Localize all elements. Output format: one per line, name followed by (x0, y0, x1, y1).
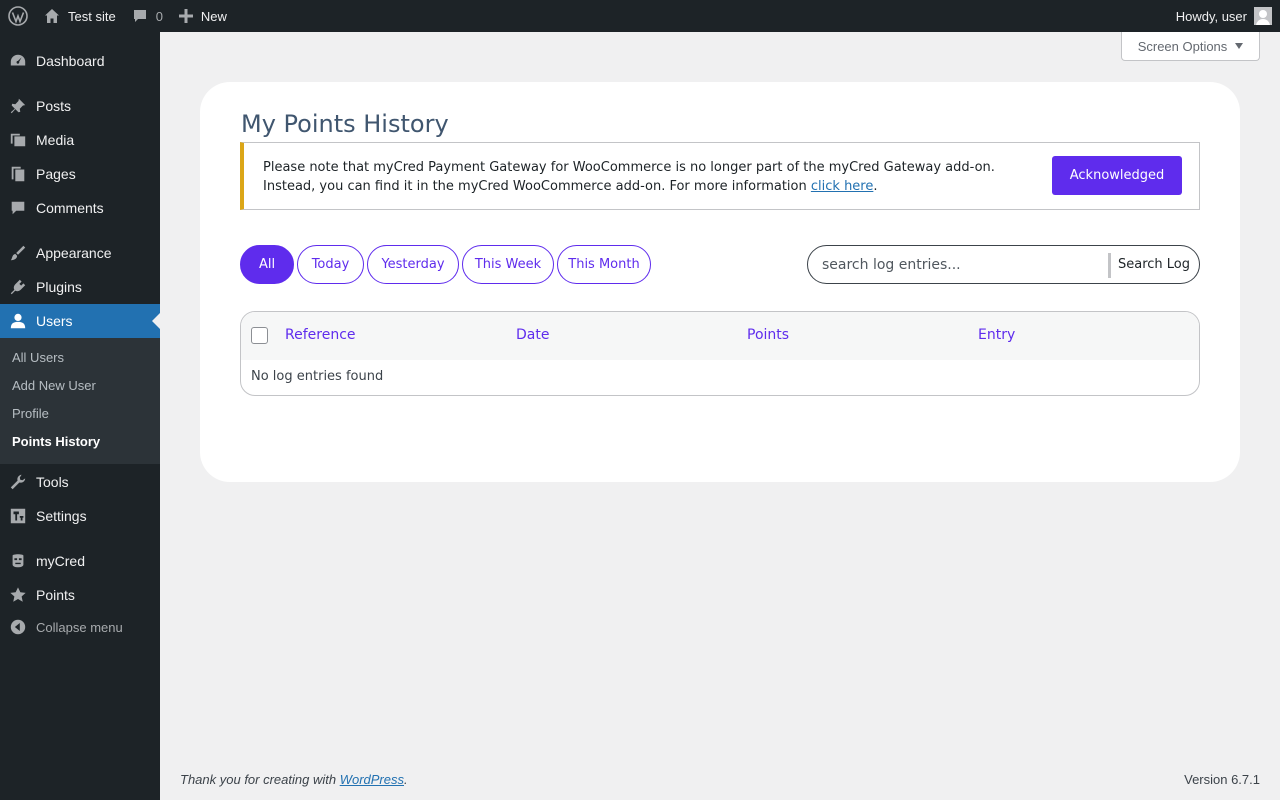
users-submenu: All Users Add New User Profile Points Hi… (0, 338, 160, 464)
menu-plugins[interactable]: Plugins (0, 270, 160, 304)
submenu-profile[interactable]: Profile (0, 400, 160, 428)
menu-users[interactable]: Users (0, 304, 160, 338)
menu-appearance[interactable]: Appearance (0, 236, 160, 270)
menu-dashboard[interactable]: Dashboard (0, 44, 160, 78)
howdy-greeting: Howdy, user (1175, 8, 1247, 24)
paintbrush-icon (10, 245, 26, 261)
menu-label: Settings (36, 508, 87, 524)
footer-version: Version 6.7.1 (1184, 772, 1260, 787)
filter-this-week[interactable]: This Week (462, 245, 554, 284)
caret-down-icon (1235, 43, 1244, 49)
footer-thanks-prefix: Thank you for creating with (180, 772, 340, 787)
comments-count: 0 (155, 8, 163, 24)
site-name: Test site (68, 8, 116, 24)
filter-all[interactable]: All (240, 245, 294, 284)
star-icon (10, 587, 26, 602)
search-log-input[interactable] (822, 254, 1102, 276)
footer-thanks-suffix: . (404, 772, 408, 787)
menu-posts[interactable]: Posts (0, 89, 160, 123)
column-date[interactable]: Date (516, 327, 549, 343)
menu-label: myCred (36, 553, 86, 569)
column-points[interactable]: Points (747, 327, 789, 343)
media-icon (10, 133, 26, 147)
new-content-link[interactable]: New (171, 0, 235, 32)
log-search-box: Search Log (807, 245, 1200, 284)
screen-options-label: Screen Options (1137, 38, 1228, 54)
plugin-icon (10, 279, 26, 295)
notice-line-2: Instead, you can find it in the myCred W… (263, 179, 807, 194)
wordpress-link[interactable]: WordPress (340, 772, 404, 787)
collapse-arrow-icon (10, 619, 26, 635)
filter-yesterday[interactable]: Yesterday (367, 245, 459, 284)
page-title: My Points History (241, 110, 449, 138)
points-history-card: My Points History Please note that myCre… (200, 82, 1240, 482)
menu-label: Tools (36, 474, 69, 490)
filter-this-month[interactable]: This Month (557, 245, 651, 284)
menu-label: Comments (36, 200, 104, 216)
menu-comments[interactable]: Comments (0, 191, 160, 225)
wrench-icon (10, 474, 26, 490)
submenu-add-new-user[interactable]: Add New User (0, 372, 160, 400)
menu-label: Appearance (36, 245, 112, 261)
acknowledged-button[interactable]: Acknowledged (1052, 156, 1182, 195)
menu-label: Dashboard (36, 53, 105, 69)
admin-bar: Test site 0 New Howdy, user (0, 0, 1280, 32)
column-reference[interactable]: Reference (285, 327, 356, 343)
comments-link[interactable]: 0 (124, 0, 171, 32)
menu-points[interactable]: Points (0, 578, 160, 612)
menu-pages[interactable]: Pages (0, 157, 160, 191)
mycred-icon (12, 554, 24, 568)
wordpress-logo-menu[interactable] (0, 0, 36, 32)
new-label: New (200, 8, 227, 24)
collapse-menu-button[interactable]: Collapse menu (0, 610, 160, 644)
comment-icon (11, 201, 25, 215)
menu-label: Pages (36, 166, 76, 182)
log-table-header: Reference Date Points Entry (241, 312, 1199, 360)
footer-thanks: Thank you for creating with WordPress. (180, 772, 408, 787)
pages-icon (11, 166, 25, 182)
plus-icon (178, 9, 193, 23)
select-all-checkbox[interactable] (251, 327, 268, 344)
notice-click-here-link[interactable]: click here (811, 179, 873, 194)
home-icon (45, 9, 59, 23)
menu-mycred[interactable]: myCred (0, 544, 160, 578)
column-entry[interactable]: Entry (978, 327, 1015, 343)
comment-bubble-icon (133, 10, 146, 22)
filter-today[interactable]: Today (297, 245, 364, 284)
menu-tools[interactable]: Tools (0, 465, 160, 499)
search-divider (1108, 253, 1111, 278)
search-log-button[interactable]: Search Log (1118, 246, 1190, 283)
site-name-link[interactable]: Test site (36, 0, 124, 32)
submenu-all-users[interactable]: All Users (0, 344, 160, 372)
menu-label: Posts (36, 98, 72, 114)
notice-text: Please note that myCred Payment Gateway … (263, 158, 1033, 196)
menu-settings[interactable]: Settings (0, 499, 160, 533)
no-entries-message: No log entries found (251, 369, 384, 384)
screen-options-button[interactable]: Screen Options (1121, 32, 1260, 61)
user-icon (10, 313, 26, 329)
notice-end: . (873, 179, 878, 194)
collapse-label: Collapse menu (36, 619, 123, 635)
my-account-link[interactable]: Howdy, user (1176, 7, 1280, 25)
pushpin-icon (10, 98, 26, 114)
gateway-notice: Please note that myCred Payment Gateway … (240, 142, 1200, 210)
dashboard-icon (10, 54, 26, 66)
admin-sidebar: Dashboard Posts Media Pages Comments App… (0, 32, 160, 800)
notice-line-1: Please note that myCred Payment Gateway … (263, 160, 995, 175)
wordpress-logo-icon (8, 6, 28, 26)
menu-label: Plugins (36, 279, 82, 295)
menu-label: Points (36, 587, 75, 603)
log-table: Reference Date Points Entry No log entri… (240, 311, 1200, 396)
submenu-points-history[interactable]: Points History (0, 428, 160, 456)
settings-icon (10, 508, 26, 524)
menu-label: Users (36, 313, 73, 329)
avatar (1254, 7, 1272, 25)
menu-label: Media (36, 132, 75, 148)
menu-media[interactable]: Media (0, 123, 160, 157)
